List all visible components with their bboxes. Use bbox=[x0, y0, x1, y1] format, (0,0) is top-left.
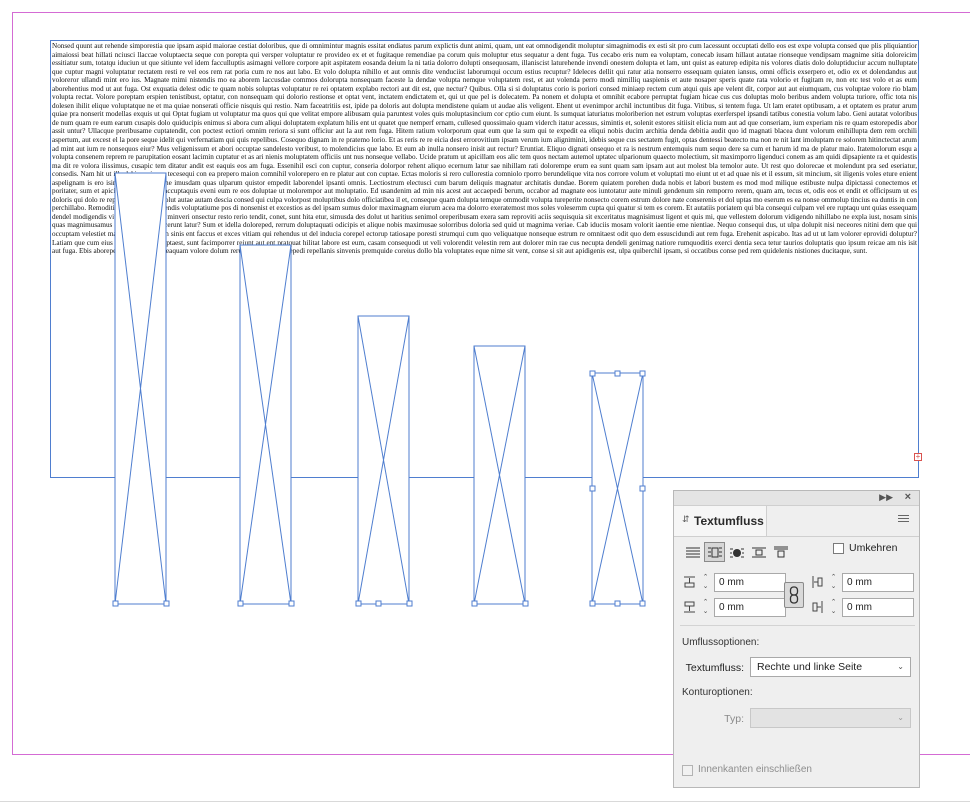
menu-icon[interactable] bbox=[898, 515, 909, 525]
wrap-to-select[interactable]: Rechte und linke Seite ⌄ bbox=[750, 657, 911, 677]
wrap-to-value: Rechte und linke Seite bbox=[757, 661, 863, 673]
type-select[interactable]: ⌄ bbox=[750, 708, 911, 728]
jump-to-next-column-button[interactable] bbox=[770, 542, 791, 562]
panel-title: Textumfluss bbox=[694, 514, 764, 528]
right-offset-input[interactable]: 0 mm bbox=[842, 598, 914, 617]
invert-label: Umkehren bbox=[849, 542, 898, 554]
tab-text-wrap[interactable]: ⇵ Textumfluss bbox=[674, 506, 767, 536]
overset-text-marker[interactable]: + bbox=[914, 453, 922, 461]
text-frame[interactable]: Nonsed quunt aut rehende simporestia que… bbox=[50, 40, 919, 478]
right-offset-row: ⌃ ⌄ 0 mm bbox=[812, 598, 917, 618]
bottom-offset-icon bbox=[684, 601, 695, 613]
bottom-offset-stepper[interactable]: ⌃ ⌄ bbox=[700, 598, 711, 617]
top-offset-stepper[interactable]: ⌃ ⌄ bbox=[700, 573, 711, 592]
panel-options-toggle-icon[interactable]: ⇵ bbox=[682, 514, 690, 525]
left-offset-stepper[interactable]: ⌃ ⌄ bbox=[828, 573, 839, 592]
double-chevron-right-icon[interactable]: ▶▶ bbox=[879, 492, 893, 503]
bottom-offset-row: ⌃ ⌄ 0 mm bbox=[684, 598, 789, 618]
include-inside-edges-checkbox[interactable] bbox=[682, 765, 693, 776]
wrap-around-object-shape-button[interactable] bbox=[726, 542, 747, 562]
left-offset-input[interactable]: 0 mm bbox=[842, 573, 914, 592]
right-offset-stepper[interactable]: ⌃ ⌄ bbox=[828, 598, 839, 617]
bottom-offset-input[interactable]: 0 mm bbox=[714, 598, 786, 617]
close-icon[interactable]: × bbox=[905, 491, 911, 503]
top-offset-icon bbox=[684, 576, 695, 588]
left-offset-icon bbox=[812, 576, 823, 588]
text-wrap-panel[interactable]: ▶▶ × ⇵ Textumfluss Umkehren ⌃ ⌄ 0 mm ⌃ ⌄… bbox=[673, 490, 920, 788]
include-inside-edges-label: Innenkanten einschließen bbox=[698, 764, 812, 775]
chevron-down-icon: ⌄ bbox=[897, 662, 904, 671]
jump-object-button[interactable] bbox=[748, 542, 769, 562]
chevron-down-icon: ⌄ bbox=[897, 713, 904, 722]
chain-link-icon bbox=[789, 586, 799, 604]
right-offset-icon bbox=[812, 601, 823, 613]
body-text[interactable]: Nonsed quunt aut rehende simporestia que… bbox=[51, 41, 918, 257]
window-bottom-edge bbox=[0, 801, 970, 802]
wrap-options-heading: Umflussoptionen: bbox=[682, 637, 760, 648]
type-label: Typ: bbox=[724, 713, 744, 725]
top-offset-input[interactable]: 0 mm bbox=[714, 573, 786, 592]
panel-title-bar[interactable]: ▶▶ × bbox=[674, 491, 919, 506]
panel-divider bbox=[680, 625, 915, 626]
link-offsets-button[interactable] bbox=[784, 582, 804, 608]
no-wrap-button[interactable] bbox=[682, 542, 703, 562]
contour-options-heading: Konturoptionen: bbox=[682, 687, 753, 698]
top-offset-row: ⌃ ⌄ 0 mm bbox=[684, 573, 789, 593]
invert-checkbox[interactable] bbox=[833, 543, 844, 554]
wrap-to-label: Textumfluss: bbox=[685, 662, 744, 674]
panel-tab-row: ⇵ Textumfluss bbox=[674, 506, 919, 537]
wrap-around-bounding-box-button[interactable] bbox=[704, 542, 725, 562]
left-offset-row: ⌃ ⌄ 0 mm bbox=[812, 573, 917, 593]
margin-guide-left bbox=[12, 12, 13, 754]
margin-guide-top bbox=[12, 12, 970, 13]
